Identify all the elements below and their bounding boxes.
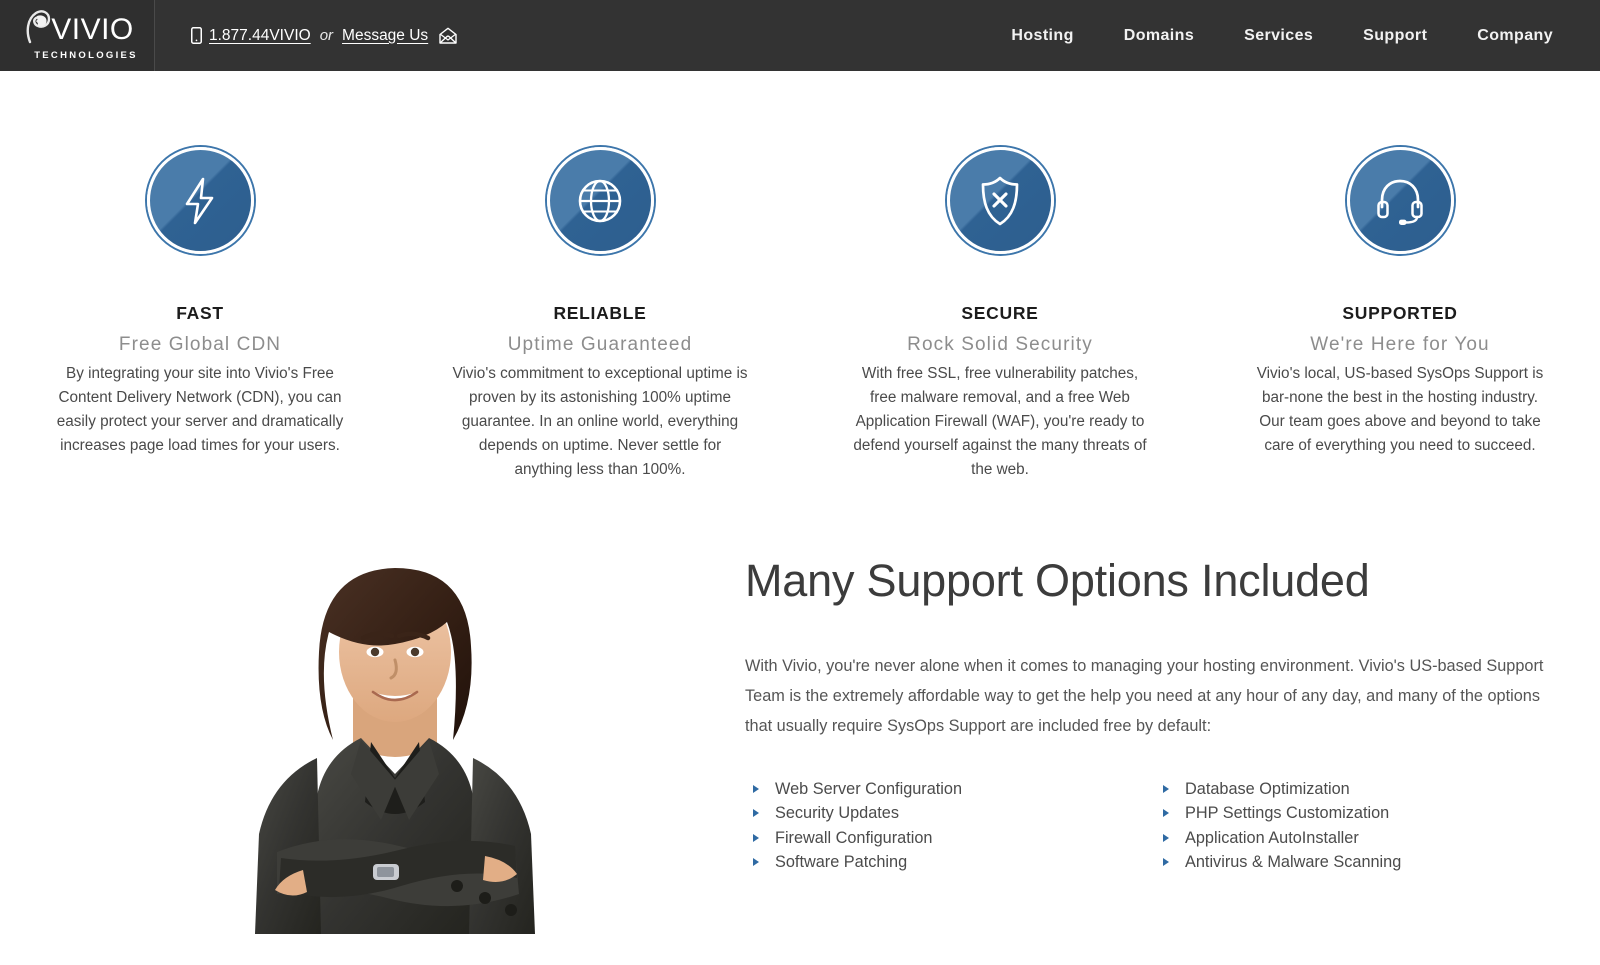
list-item-label: Database Optimization xyxy=(1185,779,1350,798)
triangle-bullet-icon xyxy=(1163,833,1169,842)
feature-body: Vivio's local, US-based SysOps Support i… xyxy=(1256,365,1544,454)
triangle-bullet-icon xyxy=(1163,784,1169,793)
shield-x-icon xyxy=(946,147,1054,254)
list-item: Firewall Configuration xyxy=(745,826,1155,851)
feature-subtitle: Free Global CDN xyxy=(118,334,282,355)
list-item-label: Application AutoInstaller xyxy=(1185,828,1359,847)
triangle-bullet-icon xyxy=(753,809,759,817)
page-title: Many Support Options Included xyxy=(745,555,1370,606)
logo[interactable]: VIVIO TECHNOLOGIES xyxy=(0,0,155,71)
main-navigation: Hosting Domains Services Support Company xyxy=(986,0,1600,71)
triangle-bullet-icon xyxy=(753,858,759,866)
feature-title: RELIABLE xyxy=(553,303,647,323)
message-us-link[interactable]: Message Us xyxy=(342,27,428,45)
list-item-label: Web Server Configuration xyxy=(775,779,963,798)
list-item-label: Security Updates xyxy=(775,804,899,822)
support-representative-photo xyxy=(185,534,605,934)
support-list-right: Database Optimization PHP Settings Custo… xyxy=(1155,777,1565,875)
support-options-lists: Web Server Configuration Security Update… xyxy=(745,777,1565,875)
feature-body: With free SSL, free vulnerability patche… xyxy=(853,365,1147,478)
nav-item-company[interactable]: Company xyxy=(1452,0,1578,71)
logo-wordmark: VIVIO xyxy=(51,12,134,46)
globe-icon xyxy=(546,147,654,254)
support-list-left: Web Server Configuration Security Update… xyxy=(745,777,1155,875)
feature-title: SUPPORTED xyxy=(1342,303,1458,323)
feature-body: Vivio's commitment to exceptional uptime… xyxy=(452,365,748,478)
list-item: Database Optimization xyxy=(1155,777,1565,802)
nav-item-services[interactable]: Services xyxy=(1219,0,1338,71)
support-options-section: Many Support Options Included With Vivio… xyxy=(0,482,1600,934)
support-text-column: Many Support Options Included With Vivio… xyxy=(745,534,1600,934)
headset-icon xyxy=(1346,147,1454,254)
list-item-label: Firewall Configuration xyxy=(775,828,933,847)
list-item-label: Antivirus & Malware Scanning xyxy=(1185,853,1402,871)
feature-subtitle: We're Here for You xyxy=(1310,334,1490,355)
feature-card-supported: SUPPORTED We're Here for You Vivio's loc… xyxy=(1200,147,1600,482)
triangle-bullet-icon xyxy=(1163,809,1169,817)
open-envelope-icon[interactable] xyxy=(438,27,458,44)
mobile-phone-icon xyxy=(191,27,202,44)
list-item: Antivirus & Malware Scanning xyxy=(1155,850,1565,875)
nav-item-domains[interactable]: Domains xyxy=(1099,0,1219,71)
nav-item-support[interactable]: Support xyxy=(1338,0,1452,71)
triangle-bullet-icon xyxy=(753,833,759,842)
triangle-bullet-icon xyxy=(1163,858,1169,866)
feature-body: By integrating your site into Vivio's Fr… xyxy=(56,365,344,454)
support-photo-column xyxy=(0,534,745,934)
list-item: Application AutoInstaller xyxy=(1155,826,1565,851)
list-item: Security Updates xyxy=(745,801,1155,826)
feature-card-secure: SECURE Rock Solid Security With free SSL… xyxy=(800,147,1200,482)
feature-title: FAST xyxy=(176,303,224,323)
feature-card-reliable: RELIABLE Uptime Guaranteed Vivio's commi… xyxy=(400,147,800,482)
feature-highlights: FAST Free Global CDN By integrating your… xyxy=(0,71,1600,482)
feature-card-fast: FAST Free Global CDN By integrating your… xyxy=(0,147,400,482)
header-contact: 1.877.44VIVIO or Message Us xyxy=(155,0,458,71)
list-item: PHP Settings Customization xyxy=(1155,801,1565,826)
nav-item-hosting[interactable]: Hosting xyxy=(986,0,1098,71)
feature-subtitle: Rock Solid Security xyxy=(907,334,1093,355)
list-item-label: PHP Settings Customization xyxy=(1185,804,1390,822)
triangle-bullet-icon xyxy=(753,784,759,793)
list-item: Web Server Configuration xyxy=(745,777,1155,802)
list-item-label: Software Patching xyxy=(775,853,908,871)
phone-link[interactable]: 1.877.44VIVIO xyxy=(209,27,311,45)
feature-subtitle: Uptime Guaranteed xyxy=(507,334,693,355)
feature-title: SECURE xyxy=(961,303,1039,323)
contact-separator: or xyxy=(319,27,334,44)
lightning-bolt-icon xyxy=(146,147,254,254)
list-item: Software Patching xyxy=(745,850,1155,875)
vivio-swirl-icon xyxy=(24,10,54,49)
support-paragraph: With Vivio, you're never alone when it c… xyxy=(745,656,1544,735)
logo-tagline: TECHNOLOGIES xyxy=(34,50,138,61)
site-header: VIVIO TECHNOLOGIES 1.877.44VIVIO or Mess… xyxy=(0,0,1600,71)
